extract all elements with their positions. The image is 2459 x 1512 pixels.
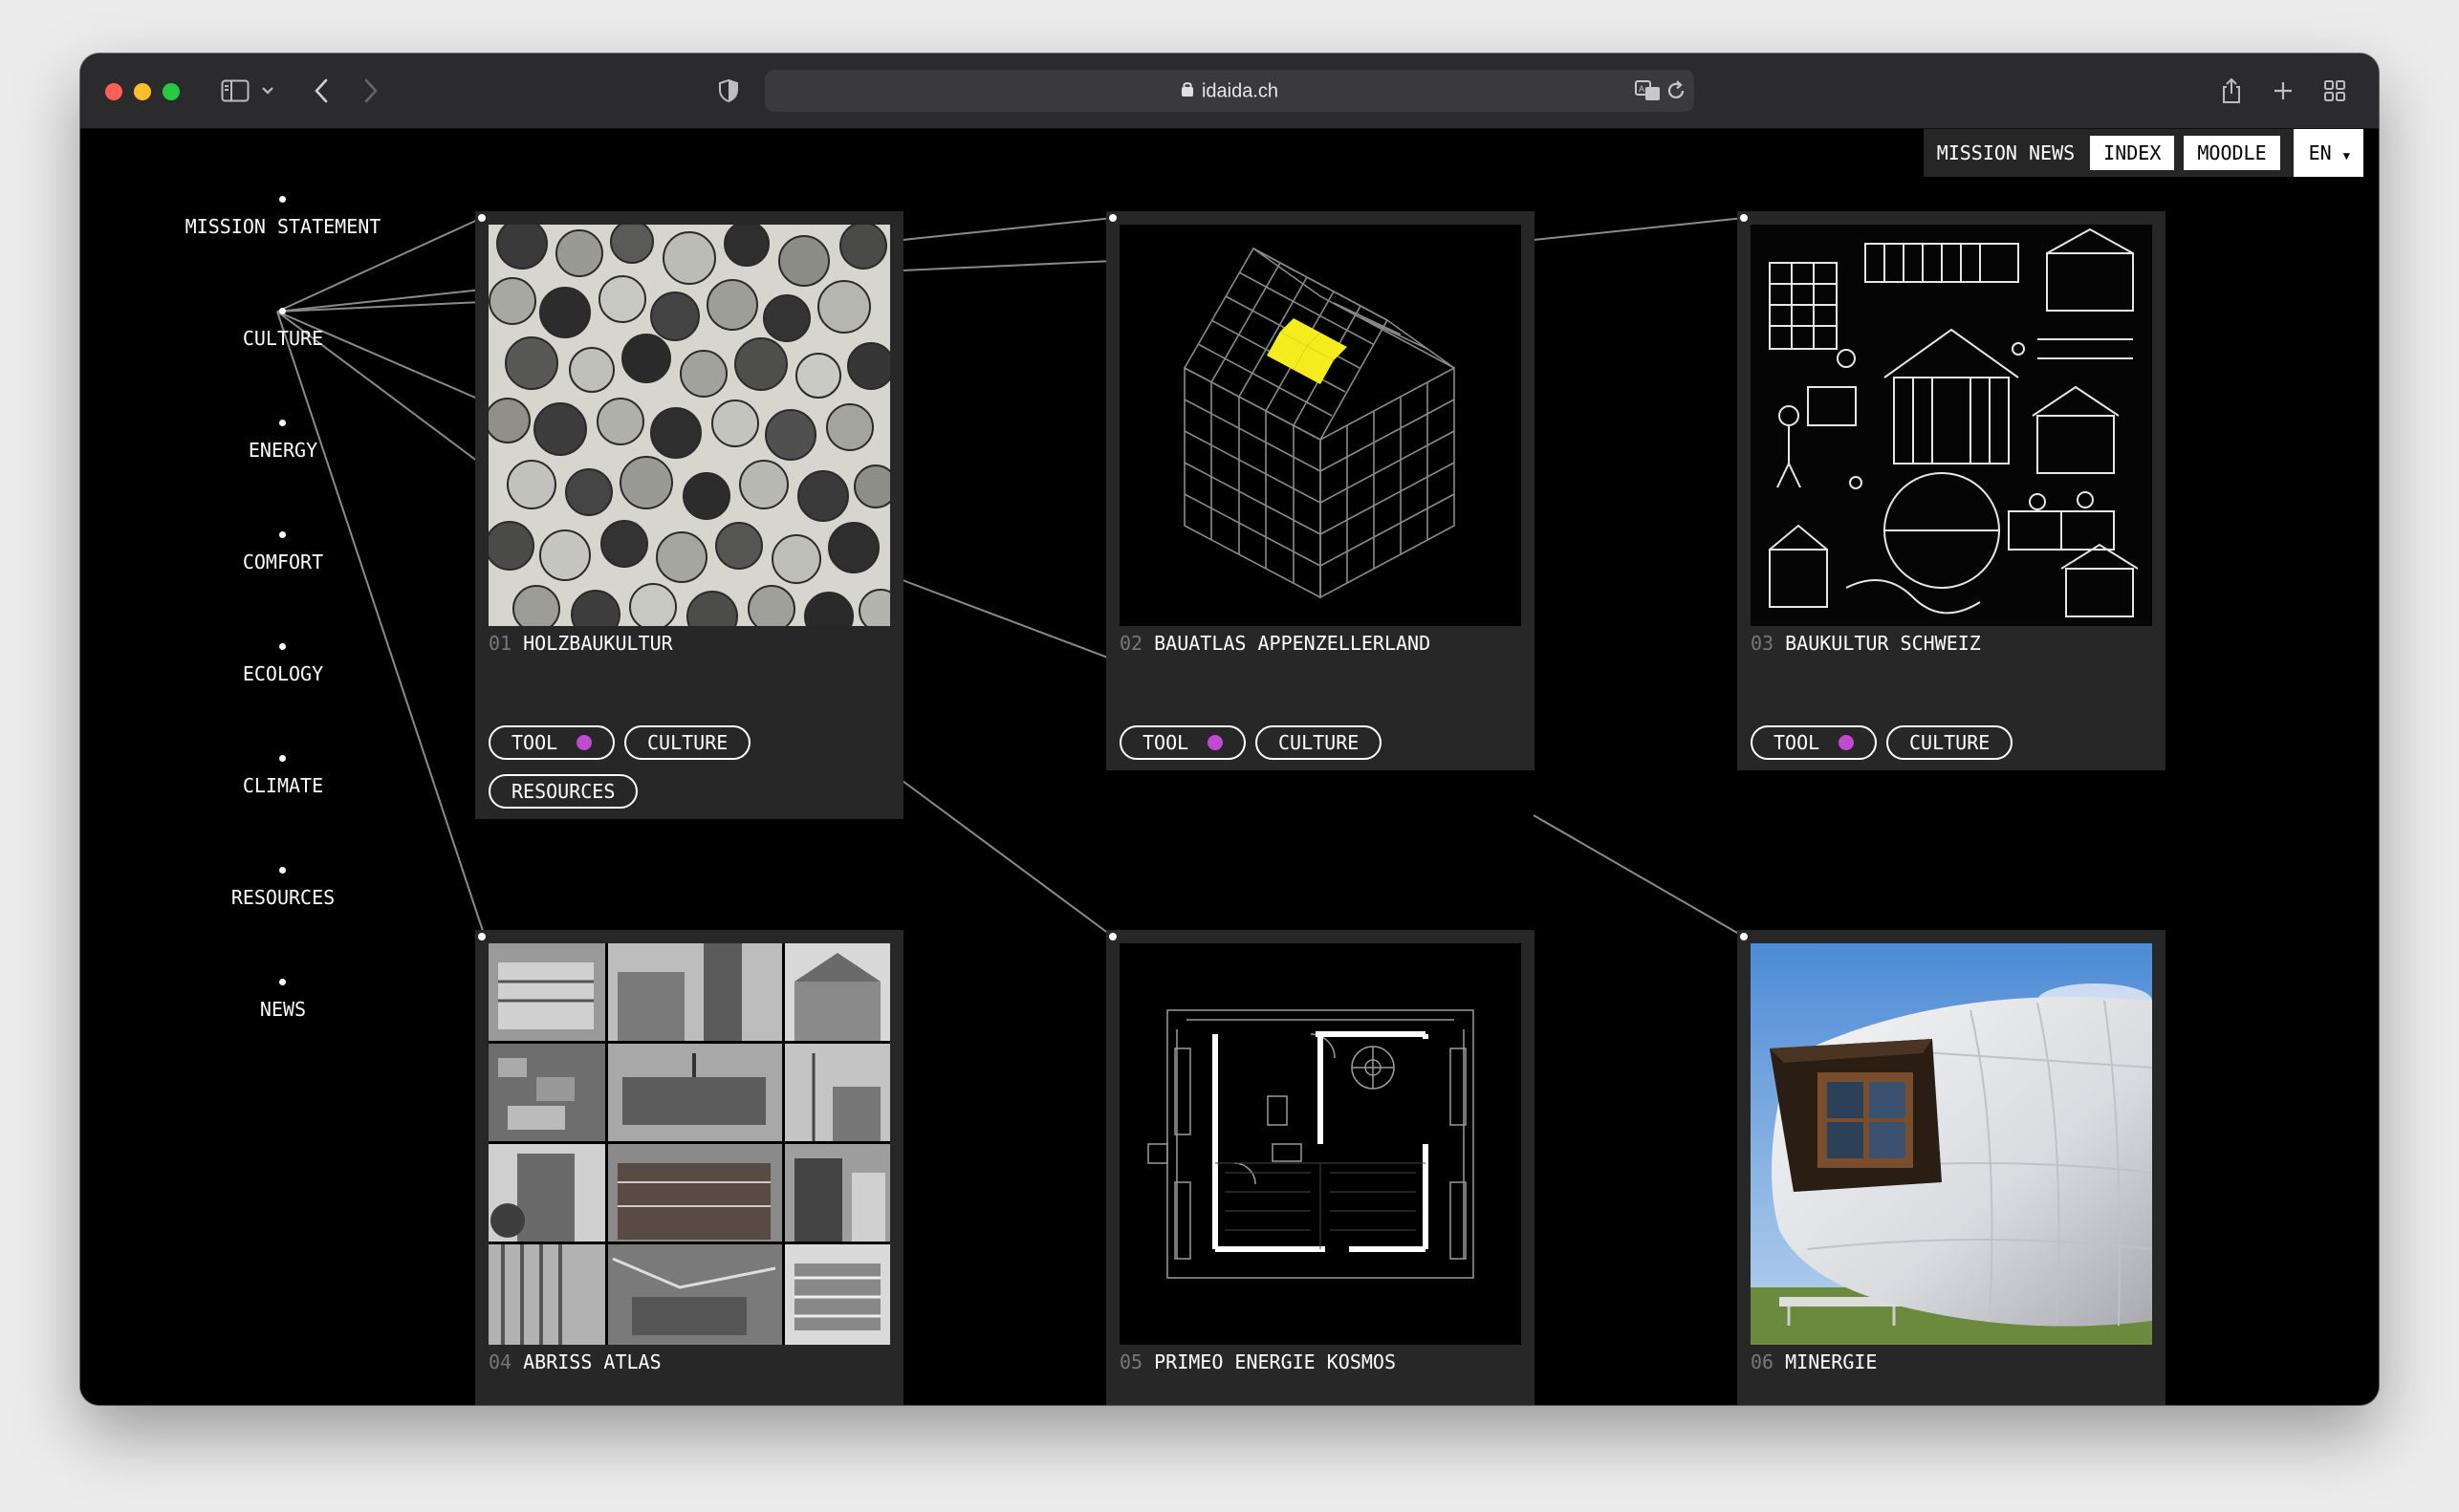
tag-tool[interactable]: TOOL — [489, 725, 616, 760]
project-card-minergie[interactable]: 06 MINERGIE — [1737, 930, 2165, 1405]
browser-toolbar: idaida.ch A — [80, 54, 2379, 129]
back-arrow-icon[interactable] — [304, 74, 338, 108]
sidebar-item-comfort[interactable]: COMFORT — [166, 531, 400, 598]
tool-indicator-dot — [1839, 735, 1855, 750]
forward-arrow-icon[interactable] — [354, 74, 388, 108]
card-image-wood-slices — [489, 225, 890, 626]
sidebar-item-label: MISSION STATEMENT — [185, 215, 381, 238]
card-anchor-dot — [1109, 933, 1117, 940]
card-image-inflated-pavilion — [1751, 943, 2152, 1345]
top-navigation: MISSION NEWS INDEX MOODLE EN ▼ — [1923, 129, 2363, 177]
tab-overview-icon[interactable] — [2318, 74, 2352, 108]
bullet-dot — [279, 196, 286, 203]
svg-text:A: A — [1639, 85, 1645, 95]
address-bar[interactable]: idaida.ch A — [765, 70, 1694, 112]
project-card-holzbaukultur[interactable]: 01 HOLZBAUKULTUR TOOL CULTURE RESOURCES — [475, 211, 903, 819]
minimize-window-button[interactable] — [134, 83, 151, 100]
bullet-dot — [279, 420, 286, 426]
project-card-baukultur-schweiz[interactable]: 03 BAUKULTUR SCHWEIZ TOOL CULTURE — [1737, 211, 2165, 770]
nav-index-button[interactable]: INDEX — [2090, 136, 2175, 170]
sidebar-item-resources[interactable]: RESOURCES — [166, 867, 400, 934]
chevron-down-icon[interactable] — [256, 74, 279, 108]
sidebar-item-label: CULTURE — [242, 327, 324, 350]
page-content: MISSION NEWS INDEX MOODLE EN ▼ MISSION S… — [80, 129, 2379, 1405]
browser-window: idaida.ch A MISSION NEWS INDEX MOODLE EN… — [80, 54, 2379, 1405]
card-title: 02 BAUATLAS APPENZELLERLAND — [1120, 632, 1431, 655]
shield-icon[interactable] — [711, 74, 746, 108]
card-title: 01 HOLZBAUKULTUR — [489, 632, 673, 655]
nav-mission-link[interactable]: MISSION — [1931, 136, 2023, 170]
sidebar-item-ecology[interactable]: ECOLOGY — [166, 643, 400, 710]
tag-tool[interactable]: TOOL — [1120, 725, 1247, 760]
sidebar-item-news[interactable]: NEWS — [166, 979, 400, 1046]
tag-culture[interactable]: CULTURE — [1255, 725, 1382, 760]
bullet-dot — [279, 755, 286, 762]
nav-news-link[interactable]: NEWS — [2023, 136, 2080, 170]
lock-icon — [1181, 80, 1194, 103]
language-label: EN — [2308, 141, 2332, 164]
reload-icon[interactable] — [1665, 80, 1686, 105]
card-anchor-dot — [1740, 933, 1748, 940]
sidebar-item-label: RESOURCES — [230, 886, 336, 909]
card-image-building-photos-grid — [489, 943, 890, 1345]
sidebar-toggle-icon[interactable] — [218, 74, 252, 108]
sidebar-item-label: NEWS — [259, 998, 307, 1021]
zoom-window-button[interactable] — [163, 83, 180, 100]
project-card-abriss-atlas[interactable]: 04 ABRISS ATLAS — [475, 930, 903, 1405]
sidebar-item-label: ECOLOGY — [242, 662, 324, 685]
translate-icon[interactable]: A — [1635, 79, 1662, 106]
card-anchor-dot — [478, 933, 486, 940]
bullet-dot — [279, 979, 286, 985]
url-text: idaida.ch — [1201, 80, 1279, 102]
caret-down-icon: ▼ — [2342, 149, 2350, 162]
tool-indicator-dot — [577, 735, 593, 750]
card-title: 05 PRIMEO ENERGIE KOSMOS — [1120, 1350, 1397, 1373]
nav-moodle-button[interactable]: MOODLE — [2184, 136, 2280, 170]
close-window-button[interactable] — [105, 83, 122, 100]
sidebar-item-label: COMFORT — [242, 551, 324, 573]
sidebar-item-label: ENERGY — [248, 439, 318, 462]
project-card-bauatlas-appenzellerland[interactable]: 02 BAUATLAS APPENZELLERLAND TOOL CULTURE — [1106, 211, 1534, 770]
share-icon[interactable] — [2214, 74, 2249, 108]
card-image-floor-plan — [1120, 943, 1521, 1345]
tag-resources[interactable]: RESOURCES — [489, 774, 639, 809]
tool-indicator-dot — [1208, 735, 1224, 750]
sidebar-item-label: CLIMATE — [242, 774, 324, 797]
bullet-dot — [279, 867, 286, 874]
language-selector[interactable]: EN ▼ — [2293, 129, 2363, 177]
card-title: 04 ABRISS ATLAS — [489, 1350, 662, 1373]
card-anchor-dot — [1109, 214, 1117, 222]
tag-culture[interactable]: CULTURE — [1886, 725, 2013, 760]
card-title: 06 MINERGIE — [1751, 1350, 1878, 1373]
sidebar-item-culture[interactable]: CULTURE — [166, 308, 400, 375]
card-title: 03 BAUKULTUR SCHWEIZ — [1751, 632, 1981, 655]
card-image-city-illustration — [1751, 225, 2152, 626]
bullet-dot — [279, 643, 286, 650]
sidebar-item-mission-statement[interactable]: MISSION STATEMENT — [166, 196, 400, 263]
project-card-primeo-energie-kosmos[interactable]: 05 PRIMEO ENERGIE KOSMOS — [1106, 930, 1534, 1405]
tag-tool[interactable]: TOOL — [1751, 725, 1878, 760]
card-image-isometric-house — [1120, 225, 1521, 626]
bullet-dot — [279, 531, 286, 538]
card-anchor-dot — [1740, 214, 1748, 222]
card-anchor-dot — [478, 214, 486, 222]
new-tab-icon[interactable] — [2266, 74, 2300, 108]
tag-culture[interactable]: CULTURE — [624, 725, 751, 760]
sidebar-item-climate[interactable]: CLIMATE — [166, 755, 400, 822]
sidebar-item-energy[interactable]: ENERGY — [166, 420, 400, 486]
bullet-dot — [279, 308, 286, 314]
